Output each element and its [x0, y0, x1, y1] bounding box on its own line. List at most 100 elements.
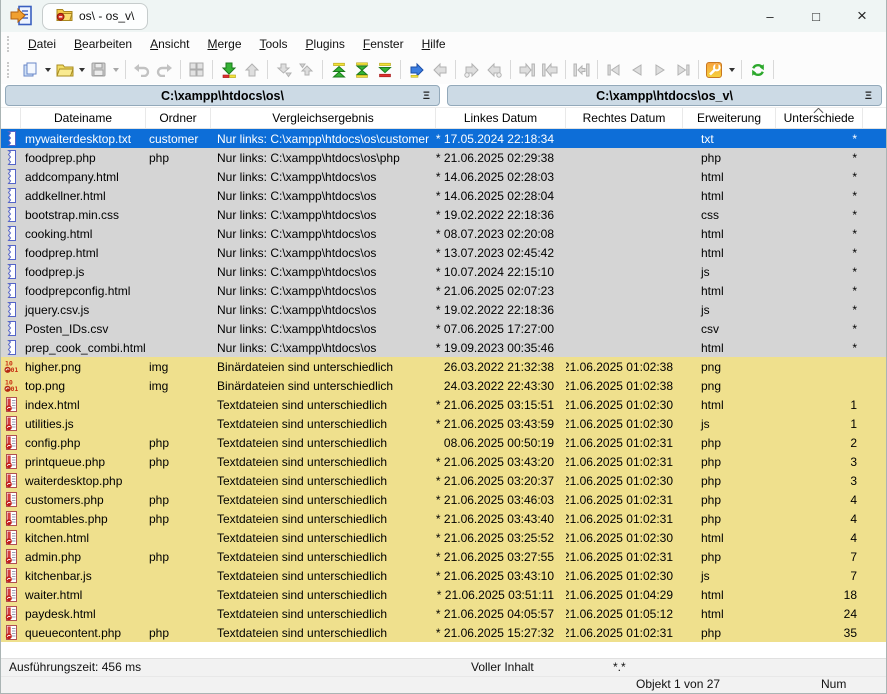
next-diff-button[interactable]	[217, 58, 240, 81]
first-file-button[interactable]	[602, 58, 625, 81]
compare-tab[interactable]: os\ - os_v\	[42, 3, 148, 30]
menu-tools[interactable]: Tools	[251, 34, 297, 54]
cell-folder	[146, 414, 211, 433]
menu-fenster[interactable]: Fenster	[354, 34, 413, 54]
cell-differences: 1	[776, 395, 863, 414]
minimize-button[interactable]: –	[762, 9, 778, 24]
table-row[interactable]: bootstrap.min.cssNur links: C:\xampp\htd…	[1, 205, 886, 224]
menu-datei[interactable]: Datei	[19, 34, 65, 54]
cell-folder: customer	[146, 129, 211, 148]
column-header-filename[interactable]: Dateiname	[21, 108, 146, 128]
table-row[interactable]: waiterdesktop.phpTextdateien sind unters…	[1, 471, 886, 490]
column-header-right_date[interactable]: Rechtes Datum	[566, 108, 683, 128]
table-row[interactable]: admin.phpphpTextdateien sind unterschied…	[1, 547, 886, 566]
table-row[interactable]: jquery.csv.jsNur links: C:\xampp\htdocs\…	[1, 300, 886, 319]
text-diff-file-icon	[1, 471, 21, 490]
cell-right_date: 21.06.2025 01:02:30	[566, 528, 683, 547]
table-row[interactable]: waiter.htmlTextdateien sind unterschiedl…	[1, 585, 886, 604]
new-button[interactable]	[19, 58, 42, 81]
table-row[interactable]: utilities.jsTextdateien sind unterschied…	[1, 414, 886, 433]
menu-merge[interactable]: Merge	[198, 34, 250, 54]
menu-bearbeiten[interactable]: Bearbeiten	[65, 34, 141, 54]
left-path-header[interactable]: C:\xampp\htdocs\os\ Ξ	[5, 85, 440, 106]
table-row[interactable]: index.htmlTextdateien sind unterschiedli…	[1, 395, 886, 414]
options-button-dropdown-caret-icon[interactable]	[726, 58, 737, 81]
table-row[interactable]: addcompany.htmlNur links: C:\xampp\htdoc…	[1, 167, 886, 186]
cell-differences: *	[776, 262, 863, 281]
prev-file-button[interactable]	[625, 58, 648, 81]
goto-diff-button[interactable]	[405, 58, 428, 81]
prev-conflict-button[interactable]	[295, 58, 318, 81]
table-row[interactable]: mywaiterdesktop.txtcustomerNur links: C:…	[1, 129, 886, 148]
left-path-menu-icon[interactable]: Ξ	[423, 90, 430, 102]
auto-merge-button[interactable]	[570, 58, 593, 81]
right-path-menu-icon[interactable]: Ξ	[865, 90, 872, 102]
refresh-button[interactable]	[746, 58, 769, 81]
next-conflict-button[interactable]	[272, 58, 295, 81]
column-header-differences[interactable]: Unterschiede	[776, 108, 863, 128]
table-row[interactable]: foodprep.htmlNur links: C:\xampp\htdocs\…	[1, 243, 886, 262]
table-row[interactable]: roomtables.phpphpTextdateien sind unters…	[1, 509, 886, 528]
redo-button[interactable]	[153, 58, 176, 81]
prev-diff-button[interactable]	[240, 58, 263, 81]
cell-filename: mywaiterdesktop.txt	[21, 129, 146, 148]
table-row[interactable]: addkellner.htmlNur links: C:\xampp\htdoc…	[1, 186, 886, 205]
column-header-result[interactable]: Vergleichsergebnis	[211, 108, 436, 128]
maximize-button[interactable]: □	[808, 9, 824, 24]
table-row[interactable]: paydesk.htmlTextdateien sind unterschied…	[1, 604, 886, 623]
cell-differences: *	[776, 224, 863, 243]
last-diff-button[interactable]	[373, 58, 396, 81]
current-diff-button[interactable]	[350, 58, 373, 81]
table-row[interactable]: printqueue.phpphpTextdateien sind unters…	[1, 452, 886, 471]
cell-result: Textdateien sind unterschiedlich	[211, 509, 436, 528]
first-diff-button[interactable]	[327, 58, 350, 81]
cell-extension: html	[683, 243, 776, 262]
copy-left-button[interactable]	[428, 58, 451, 81]
table-row[interactable]: Posten_IDs.csvNur links: C:\xampp\htdocs…	[1, 319, 886, 338]
cell-extension: php	[683, 509, 776, 528]
table-row[interactable]: foodprep.jsNur links: C:\xampp\htdocs\os…	[1, 262, 886, 281]
cell-extension: png	[683, 376, 776, 395]
table-row[interactable]: kitchenbar.jsTextdateien sind unterschie…	[1, 566, 886, 585]
copy-all-right-button[interactable]	[515, 58, 538, 81]
open-button[interactable]	[53, 58, 76, 81]
menu-ansicht[interactable]: Ansicht	[141, 34, 198, 54]
cell-filename: foodprep.html	[21, 243, 146, 262]
save-button-dropdown-caret-icon[interactable]	[110, 58, 121, 81]
new-button-dropdown-caret-icon[interactable]	[42, 58, 53, 81]
text-diff-file-icon	[1, 395, 21, 414]
save-button[interactable]	[87, 58, 110, 81]
column-header-left_date[interactable]: Linkes Datum	[436, 108, 566, 128]
column-header-folder[interactable]: Ordner	[146, 108, 211, 128]
cell-folder	[146, 281, 211, 300]
copy-all-left-button[interactable]	[538, 58, 561, 81]
left-only-file-icon	[1, 281, 21, 300]
cell-right_date	[566, 224, 683, 243]
menu-hilfe[interactable]: Hilfe	[413, 34, 455, 54]
table-row[interactable]: prep_cook_combi.htmlNur links: C:\xampp\…	[1, 338, 886, 357]
view-split-button[interactable]	[185, 58, 208, 81]
table-row[interactable]: customers.phpphpTextdateien sind untersc…	[1, 490, 886, 509]
menu-plugins[interactable]: Plugins	[297, 34, 354, 54]
cell-result: Textdateien sind unterschiedlich	[211, 490, 436, 509]
table-row[interactable]: 1001top.pngimgBinärdateien sind untersch…	[1, 376, 886, 395]
table-row[interactable]: foodprepconfig.htmlNur links: C:\xampp\h…	[1, 281, 886, 300]
table-row[interactable]: 1001higher.pngimgBinärdateien sind unter…	[1, 357, 886, 376]
table-row[interactable]: cooking.htmlNur links: C:\xampp\htdocs\o…	[1, 224, 886, 243]
right-path-header[interactable]: C:\xampp\htdocs\os_v\ Ξ	[447, 85, 882, 106]
copy-left-advance-button[interactable]	[483, 58, 506, 81]
table-row[interactable]: kitchen.htmlTextdateien sind unterschied…	[1, 528, 886, 547]
column-header-extension[interactable]: Erweiterung	[683, 108, 776, 128]
close-button[interactable]: ×	[854, 6, 870, 26]
table-row[interactable]: foodprep.phpphpNur links: C:\xampp\htdoc…	[1, 148, 886, 167]
cell-differences: 2	[776, 433, 863, 452]
table-row[interactable]: config.phpphpTextdateien sind unterschie…	[1, 433, 886, 452]
open-button-dropdown-caret-icon[interactable]	[76, 58, 87, 81]
copy-right-advance-button[interactable]	[460, 58, 483, 81]
undo-button[interactable]	[130, 58, 153, 81]
last-file-button[interactable]	[671, 58, 694, 81]
next-file-button[interactable]	[648, 58, 671, 81]
left-only-file-icon	[1, 243, 21, 262]
table-row[interactable]: queuecontent.phpphpTextdateien sind unte…	[1, 623, 886, 642]
options-button[interactable]	[703, 58, 726, 81]
